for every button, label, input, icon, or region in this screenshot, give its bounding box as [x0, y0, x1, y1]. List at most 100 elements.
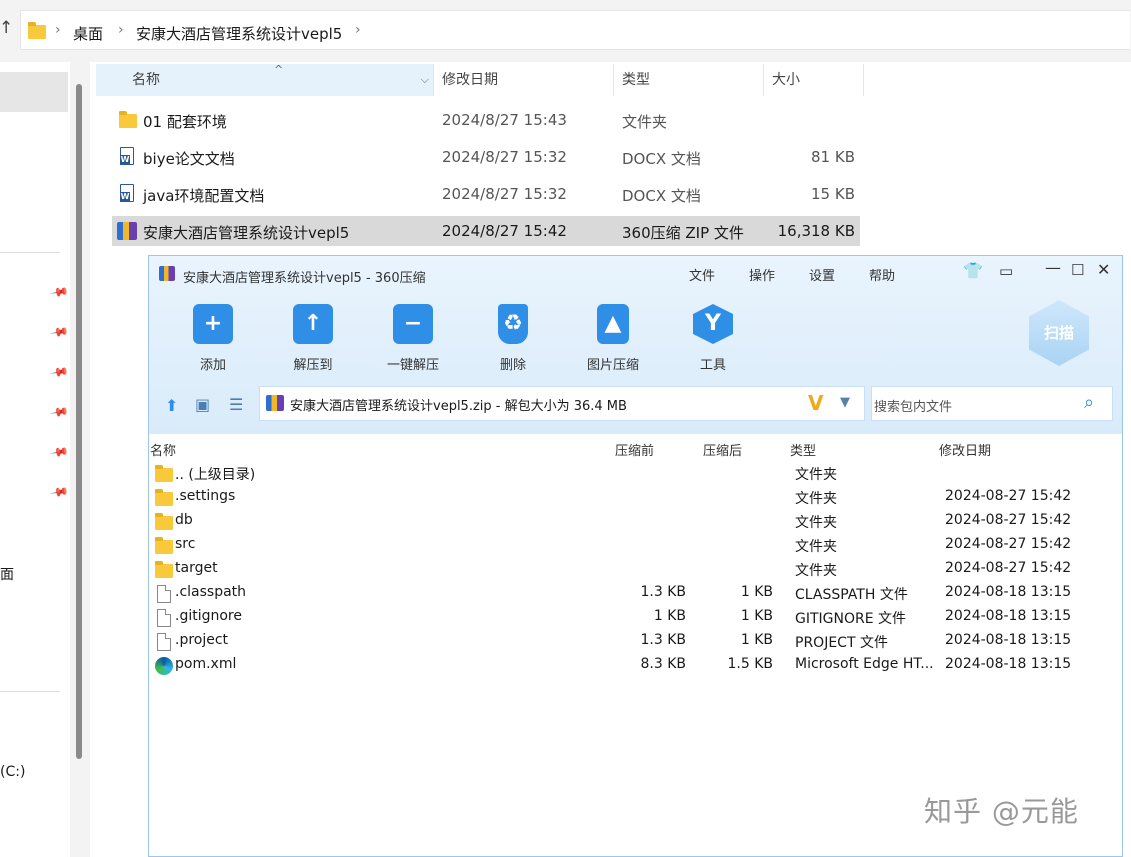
chevron-right-icon: › — [55, 22, 61, 38]
up-arrow-icon[interactable]: ↑ — [0, 18, 13, 38]
zip-column-before[interactable]: 压缩前 — [615, 440, 654, 459]
archive-type: CLASSPATH 文件 — [795, 587, 908, 603]
skin-shirt-icon[interactable]: 👕 — [963, 261, 983, 280]
search-icon[interactable]: ⌕ — [1084, 392, 1094, 413]
image-compress-button[interactable]: ▲ 图片压缩 — [573, 304, 653, 373]
nav-scrollbar[interactable] — [76, 84, 82, 759]
archive-type: PROJECT 文件 — [795, 635, 888, 651]
v-badge-icon: V — [808, 391, 824, 415]
add-button[interactable]: + 添加 — [173, 304, 253, 373]
zip-column-date[interactable]: 修改日期 — [939, 440, 991, 459]
up-level-icon[interactable]: ⬆ — [165, 396, 178, 415]
archive-size-before: 1 KB — [653, 608, 686, 624]
maximize-icon[interactable]: ☐ — [1071, 261, 1084, 279]
chevron-down-icon[interactable]: ⌵ — [421, 64, 429, 96]
menu-settings[interactable]: 设置 — [809, 265, 835, 284]
archive-path-bar[interactable]: 安康大酒店管理系统设计vepl5.zip - 解包大小为 36.4 MB V ▼ — [259, 386, 865, 421]
zip-window-header: 安康大酒店管理系统设计vepl5 - 360压缩 文件 操作 设置 帮助 👕 ▭… — [149, 256, 1122, 434]
extract-to-button[interactable]: ↑ 解压到 — [273, 304, 353, 373]
archive-row[interactable]: .classpath 1.3 KB 1 KB CLASSPATH 文件 2024-08-… — [153, 582, 1113, 606]
file-size: 16,318 KB — [777, 222, 855, 240]
zip-archive-icon — [266, 395, 284, 411]
breadcrumb-desktop[interactable]: 桌面 — [73, 23, 103, 44]
zip-column-after[interactable]: 压缩后 — [703, 440, 742, 459]
tools-button[interactable]: Y 工具 — [673, 304, 753, 373]
archive-name: .settings — [175, 488, 236, 504]
file-icon — [157, 633, 171, 651]
file-date: 2024/8/27 15:32 — [442, 185, 567, 203]
watermark: 知乎 @元能 — [924, 795, 1079, 828]
menu-file[interactable]: 文件 — [689, 265, 715, 284]
archive-size-after: 1 KB — [740, 584, 773, 600]
minimize-icon[interactable]: — — [1045, 258, 1061, 277]
nav-selected-item[interactable] — [0, 72, 68, 112]
thumbnail-view-icon[interactable]: ▣ — [195, 395, 210, 414]
scan-button[interactable]: 扫描 — [1029, 300, 1089, 366]
archive-date: 2024-08-18 13:15 — [945, 608, 1072, 624]
search-archive-field[interactable]: 搜索包内文件 ⌕ — [871, 386, 1113, 421]
folder-icon — [119, 111, 137, 128]
archive-row[interactable]: .settings 文件夹 2024-08-27 15:42 — [153, 486, 1113, 510]
archive-row[interactable]: .gitignore 1 KB 1 KB GITIGNORE 文件 2024-08-18… — [153, 606, 1113, 630]
chevron-right-icon[interactable]: › — [355, 22, 361, 38]
chevron-down-icon[interactable]: ▼ — [840, 395, 850, 410]
pin-icon: 📌 — [49, 481, 70, 503]
file-row[interactable]: biye论文文档 2024/8/27 15:32 DOCX 文档 81 KB — [112, 142, 860, 172]
sort-up-icon: ^ — [274, 63, 284, 76]
nav-item-desktop[interactable]: 面 — [0, 564, 14, 584]
archive-date: 2024-08-18 13:15 — [945, 632, 1072, 648]
archive-row[interactable]: pom.xml 8.3 KB 1.5 KB Microsoft Edge HT... 2… — [153, 654, 1113, 678]
file-size: 15 KB — [811, 185, 855, 203]
archive-name: .classpath — [175, 584, 247, 600]
close-icon[interactable]: ✕ — [1097, 260, 1110, 279]
delete-button[interactable]: ♻ 删除 — [473, 304, 553, 373]
pin-icon: 📌 — [49, 321, 70, 343]
folder-icon — [155, 561, 173, 578]
column-size[interactable]: 大小 — [764, 64, 864, 96]
archive-path-text: 安康大酒店管理系统设计vepl5.zip - 解包大小为 36.4 MB — [290, 399, 627, 414]
list-view-icon[interactable]: ☰ — [229, 395, 243, 414]
file-date: 2024/8/27 15:32 — [442, 148, 567, 166]
archive-date: 2024-08-18 13:15 — [945, 584, 1072, 600]
one-click-extract-button[interactable]: − 一键解压 — [373, 304, 453, 373]
column-name[interactable]: 名称 ^ ⌵ — [96, 63, 434, 96]
folder-icon — [28, 22, 46, 39]
archive-row[interactable]: target 文件夹 2024-08-27 15:42 — [153, 558, 1113, 582]
breadcrumb-folder[interactable]: 安康大酒店管理系统设计vepl5 — [136, 23, 342, 44]
nav-item-drive-c[interactable]: (C:) — [0, 764, 25, 780]
archive-name: .project — [175, 632, 229, 648]
search-placeholder: 搜索包内文件 — [874, 400, 953, 415]
file-date: 2024/8/27 15:43 — [442, 111, 567, 129]
explorer-column-header: 名称 ^ ⌵ 修改日期 类型 大小 — [96, 63, 864, 96]
chevron-right-icon: › — [118, 22, 124, 38]
archive-name: .. (上级目录) — [175, 467, 256, 483]
archive-size-after: 1.5 KB — [727, 656, 774, 672]
window-title: 安康大酒店管理系统设计vepl5 - 360压缩 — [183, 271, 426, 286]
feedback-icon[interactable]: ▭ — [999, 262, 1013, 280]
file-row-selected[interactable]: 安康大酒店管理系统设计vepl5 2024/8/27 15:42 360压缩 Z… — [112, 216, 860, 246]
archive-name: src — [175, 536, 196, 552]
file-name: java环境配置文档 — [143, 187, 265, 205]
file-date: 2024/8/27 15:42 — [442, 222, 567, 240]
file-icon — [157, 609, 171, 627]
archive-date: 2024-08-27 15:42 — [945, 512, 1072, 528]
menu-help[interactable]: 帮助 — [869, 265, 895, 284]
file-row[interactable]: java环境配置文档 2024/8/27 15:32 DOCX 文档 15 KB — [112, 179, 860, 209]
archive-row[interactable]: .project 1.3 KB 1 KB PROJECT 文件 2024-08-18 1… — [153, 630, 1113, 654]
archive-type: 文件夹 — [795, 563, 837, 579]
archive-row[interactable]: src 文件夹 2024-08-27 15:42 — [153, 534, 1113, 558]
archive-name: target — [175, 560, 218, 576]
column-type[interactable]: 类型 — [614, 64, 764, 96]
zip-column-type[interactable]: 类型 — [790, 440, 816, 459]
address-bar[interactable]: › 桌面 › 安康大酒店管理系统设计vepl5 › — [20, 10, 1130, 50]
archive-name: .gitignore — [175, 608, 242, 624]
word-doc-icon — [120, 147, 134, 165]
archive-row[interactable]: db 文件夹 2024-08-27 15:42 — [153, 510, 1113, 534]
file-name: 安康大酒店管理系统设计vepl5 — [143, 224, 350, 242]
file-row[interactable]: 01 配套环境 2024/8/27 15:43 文件夹 — [112, 105, 860, 135]
archive-size-before: 1.3 KB — [640, 632, 687, 648]
column-date[interactable]: 修改日期 — [434, 64, 614, 96]
menu-operate[interactable]: 操作 — [749, 265, 775, 284]
zip-column-name[interactable]: 名称 — [150, 440, 176, 459]
archive-row[interactable]: .. (上级目录) 文件夹 — [153, 462, 1113, 486]
